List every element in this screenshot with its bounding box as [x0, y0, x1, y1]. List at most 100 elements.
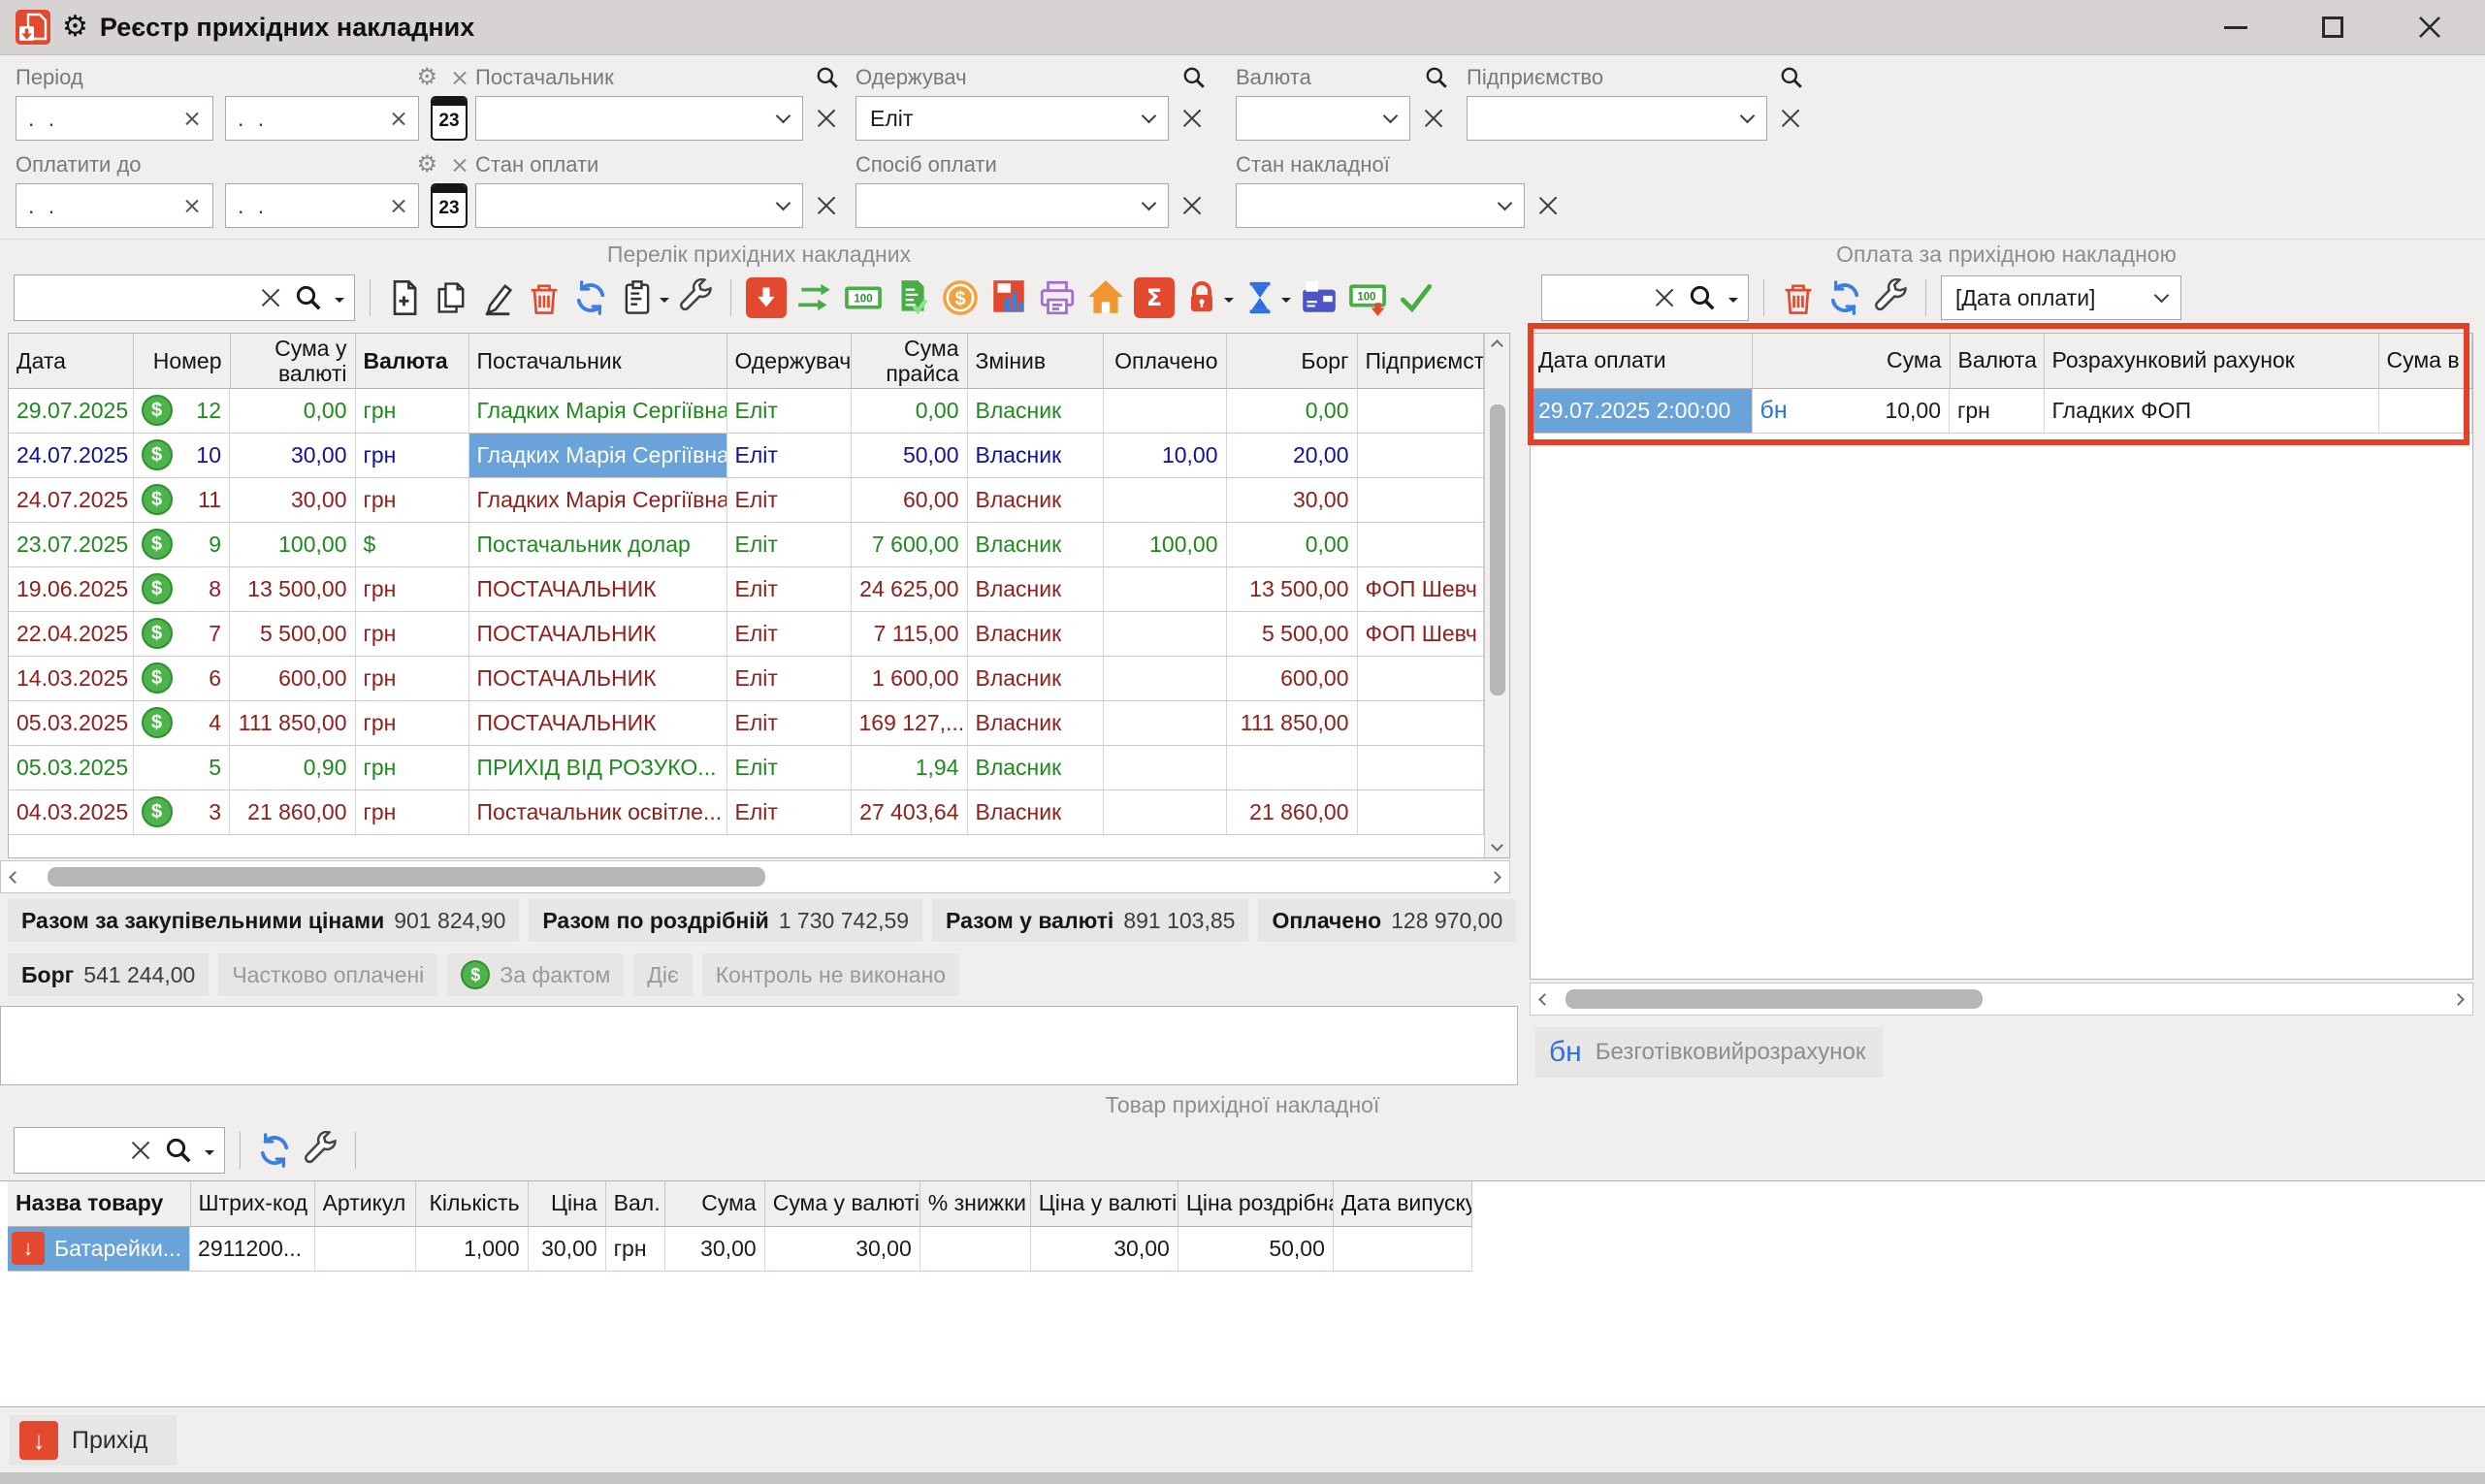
cell-payment-currency[interactable]: грн	[1950, 388, 2044, 434]
cash-100-button[interactable]: 100	[843, 274, 884, 321]
cell-receiver[interactable]: Еліт	[726, 746, 851, 790]
cell-amount[interactable]: 0,90	[230, 746, 355, 790]
cell-number[interactable]: $12	[134, 389, 231, 434]
cell-changed_by[interactable]: Власник	[967, 567, 1103, 612]
cell-enterprise[interactable]	[1357, 523, 1484, 567]
cell-changed_by[interactable]: Власник	[967, 612, 1103, 657]
receiver-clear-icon[interactable]	[1180, 107, 1204, 130]
cell-enterprise[interactable]	[1357, 746, 1484, 790]
cell-debt[interactable]: 600,00	[1226, 657, 1357, 701]
cell-currency[interactable]: грн	[355, 612, 468, 657]
cell-receiver[interactable]: Еліт	[726, 567, 851, 612]
cell-amount[interactable]: 100,00	[230, 523, 355, 567]
cell-date[interactable]: 05.03.2025	[9, 746, 133, 790]
period-from-clear-icon[interactable]	[184, 111, 201, 127]
refresh-payments-button[interactable]	[1825, 274, 1864, 321]
cell-receiver[interactable]: Еліт	[726, 478, 851, 523]
close-button[interactable]	[2413, 11, 2446, 44]
search-icon[interactable]	[294, 283, 323, 312]
invoices-vertical-scrollbar[interactable]	[1484, 334, 1509, 857]
invoice-row[interactable]: 29.07.2025$120,00грнГладких Марія Сергії…	[9, 388, 1484, 434]
products-column-header-5[interactable]: Вал.	[605, 1181, 664, 1226]
invoices-column-header-1[interactable]: Номер	[133, 334, 230, 388]
period-clear-icon[interactable]	[451, 70, 468, 86]
cell-paid[interactable]: 10,00	[1103, 434, 1226, 478]
cell-barcode[interactable]: 2911200...	[190, 1226, 314, 1272]
cell-currency[interactable]: грн	[355, 434, 468, 478]
cell-debt[interactable]: 30,00	[1226, 478, 1357, 523]
cell-currency[interactable]: грн	[355, 746, 468, 790]
cell-price_sum[interactable]: 169 127,...	[851, 701, 967, 746]
supplier-select[interactable]	[475, 96, 803, 141]
cell-changed_by[interactable]: Власник	[967, 790, 1103, 835]
supplier-search-icon[interactable]	[815, 65, 840, 90]
search-clear-icon[interactable]	[259, 286, 282, 309]
money-coin-button[interactable]: $	[940, 274, 981, 321]
products-column-header-11[interactable]: Дата випуску	[1333, 1181, 1471, 1226]
cell-payment-extra[interactable]	[2378, 388, 2472, 434]
edit-button[interactable]	[478, 274, 517, 321]
invoices-horizontal-scrollbar[interactable]	[0, 860, 1510, 893]
search-icon[interactable]	[1688, 283, 1717, 312]
cell-receiver[interactable]: Еліт	[726, 523, 851, 567]
payments-horizontal-scrollbar[interactable]	[1530, 983, 2473, 1016]
cell-receiver[interactable]: Еліт	[726, 612, 851, 657]
cell-number[interactable]: $6	[134, 657, 231, 701]
cell-receiver[interactable]: Еліт	[726, 657, 851, 701]
cell-enterprise[interactable]	[1357, 701, 1484, 746]
confirm-check-button[interactable]	[1396, 274, 1436, 321]
products-column-header-6[interactable]: Сума	[664, 1181, 764, 1226]
cell-changed_by[interactable]: Власник	[967, 746, 1103, 790]
products-column-header-8[interactable]: % знижки	[920, 1181, 1030, 1226]
cell-payment-account[interactable]: Гладких ФОП	[2044, 388, 2378, 434]
products-column-header-1[interactable]: Штрих-код	[190, 1181, 314, 1226]
currency-clear-icon[interactable]	[1422, 107, 1445, 130]
refresh-button[interactable]	[571, 274, 610, 321]
invoice-row[interactable]: 24.07.2025$1130,00грнГладких Марія Сергі…	[9, 478, 1484, 523]
payment-state-select[interactable]	[475, 183, 803, 228]
cash-register-button[interactable]	[1299, 274, 1339, 321]
scrollbar-thumb[interactable]	[1490, 404, 1505, 695]
cell-payment-sum[interactable]: бн10,00	[1753, 389, 1951, 434]
cell-currency[interactable]: грн	[355, 388, 468, 434]
enterprise-search-icon[interactable]	[1779, 65, 1804, 90]
products-column-header-0[interactable]: Назва товару	[8, 1181, 190, 1226]
cell-debt[interactable]: 111 850,00	[1226, 701, 1357, 746]
cell-release_date[interactable]	[1333, 1226, 1471, 1272]
transfer-arrows-button[interactable]	[794, 274, 835, 321]
cell-price[interactable]: 30,00	[528, 1226, 605, 1272]
cell-supplier[interactable]: Постачальник освітле...	[468, 790, 726, 835]
cell-date[interactable]: 05.03.2025	[9, 701, 133, 746]
cell-price_sum[interactable]: 50,00	[851, 434, 967, 478]
cell-amount[interactable]: 30,00	[230, 434, 355, 478]
cell-amount[interactable]: 5 500,00	[230, 612, 355, 657]
printer-button[interactable]	[1037, 274, 1078, 321]
cell-sum[interactable]: 30,00	[664, 1226, 764, 1272]
payment-row[interactable]: 29.07.2025 2:00:00бн10,00грнГладких ФОП	[1531, 388, 2472, 434]
scroll-up-icon[interactable]	[1491, 339, 1503, 352]
cell-paid[interactable]	[1103, 790, 1226, 835]
currency-select[interactable]	[1236, 96, 1410, 141]
invoices-column-header-2[interactable]: Сума у валюті	[230, 334, 355, 388]
cell-debt[interactable]: 13 500,00	[1226, 567, 1357, 612]
payment-method-select[interactable]	[855, 183, 1169, 228]
document-check-button[interactable]	[891, 274, 932, 321]
pay-until-settings-gear-icon[interactable]: ⚙	[416, 153, 437, 177]
receiver-search-icon[interactable]	[1181, 65, 1207, 90]
cell-currency[interactable]: грн	[355, 567, 468, 612]
cell-enterprise[interactable]	[1357, 790, 1484, 835]
invoice-state-select[interactable]	[1236, 183, 1525, 228]
products-settings-wrench-button[interactable]	[302, 1127, 340, 1174]
enterprise-select[interactable]	[1467, 96, 1767, 141]
products-search-input[interactable]	[14, 1127, 225, 1174]
cell-date[interactable]: 29.07.2025	[9, 388, 133, 434]
cell-date[interactable]: 19.06.2025	[9, 567, 133, 612]
invoice-row[interactable]: 22.04.2025$75 500,00грнПОСТАЧАЛЬНИКЕліт7…	[9, 612, 1484, 657]
invoices-column-header-0[interactable]: Дата	[9, 334, 133, 388]
copy-document-button[interactable]	[432, 274, 470, 321]
cell-changed_by[interactable]: Власник	[967, 657, 1103, 701]
invoices-column-header-9[interactable]: Борг	[1226, 334, 1357, 388]
search-icon[interactable]	[164, 1136, 193, 1165]
cell-receiver[interactable]: Еліт	[726, 701, 851, 746]
search-mode-dropdown-icon[interactable]	[205, 1150, 214, 1160]
